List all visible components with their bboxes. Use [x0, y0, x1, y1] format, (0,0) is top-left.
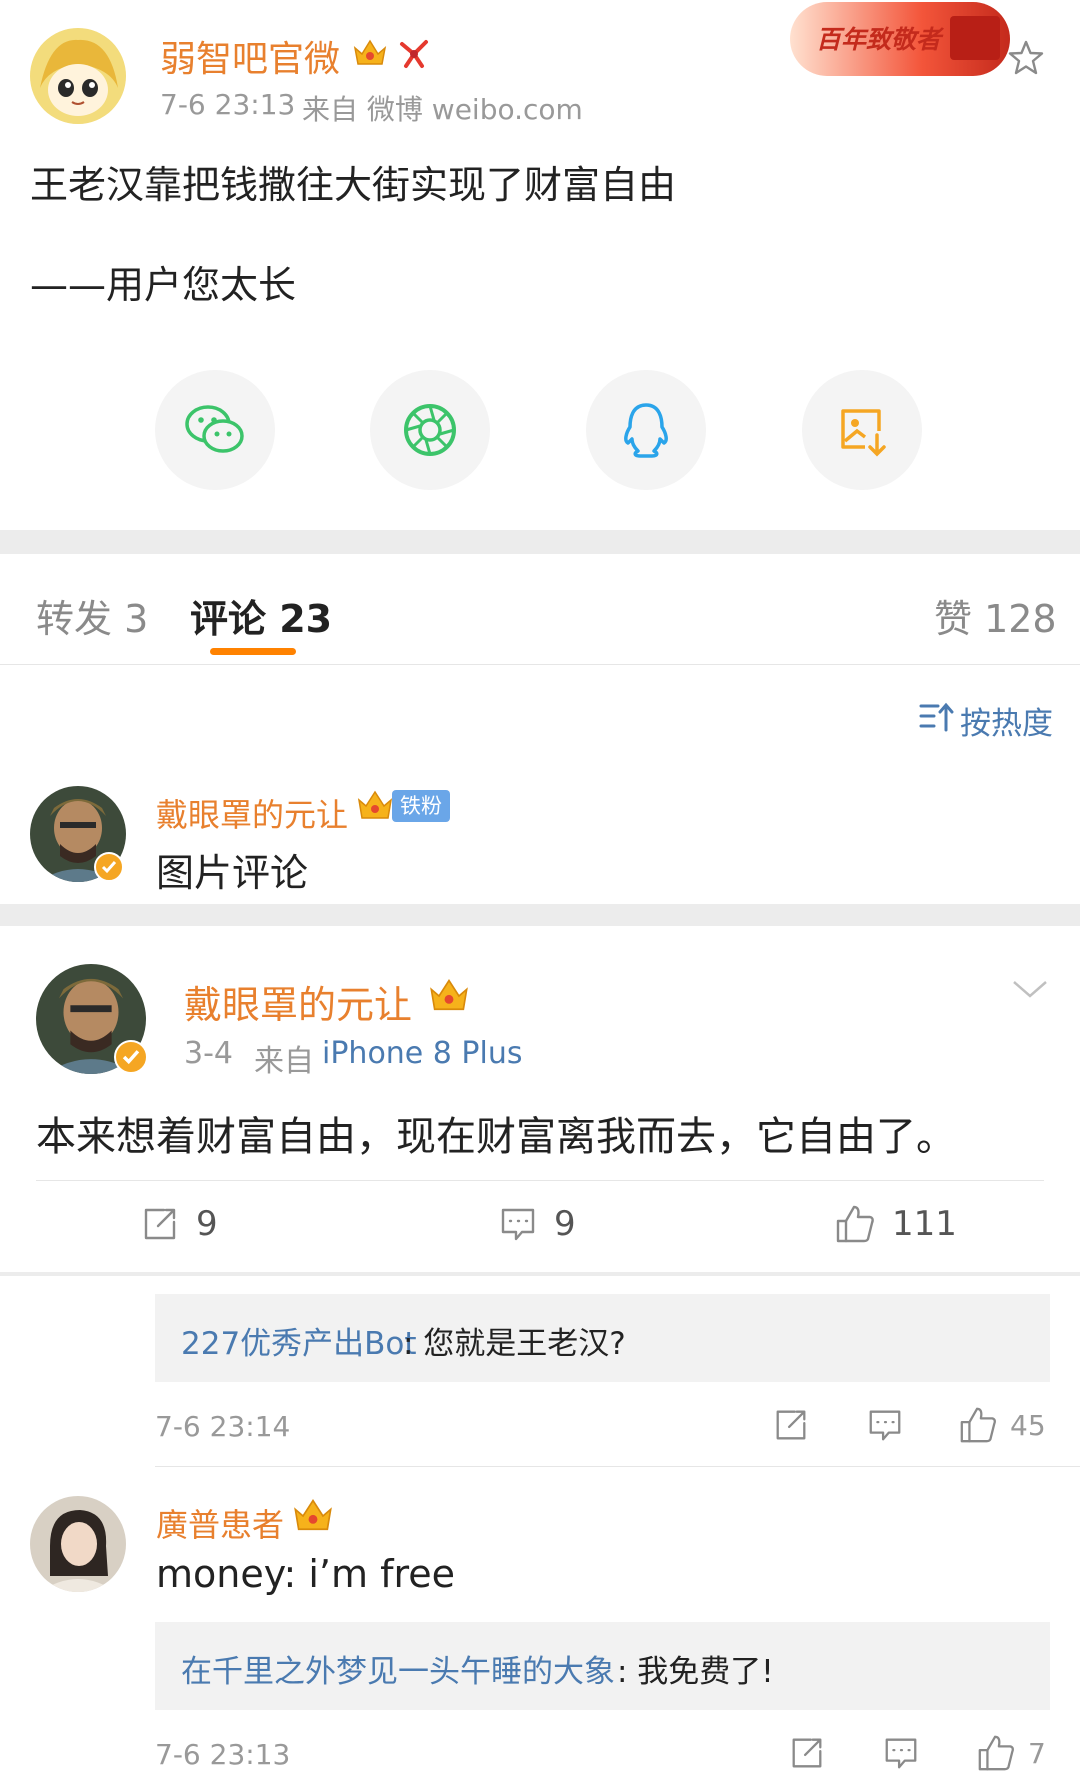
sort-by-heat-button[interactable]: 按热度 — [960, 698, 1053, 743]
section-gap — [0, 530, 1080, 554]
comment-text: money: i’m free — [156, 1552, 455, 1596]
comment-icon — [501, 1208, 535, 1241]
vip-crown-icon — [428, 976, 470, 1016]
author-name[interactable]: 弱智吧官微 — [160, 30, 340, 82]
post-source: 来自 微博 weibo.com — [302, 93, 583, 126]
favorite-star-icon[interactable] — [1006, 38, 1046, 78]
main-comment-text: 本来想着财富自由，现在财富离我而去，它自由了。 — [36, 1114, 956, 1160]
share-wechat-button[interactable] — [155, 370, 275, 490]
vip-crown-icon — [292, 1496, 334, 1536]
like-button[interactable]: 7 — [976, 1732, 1066, 1774]
save-image-button[interactable] — [802, 370, 922, 490]
sort-icon[interactable] — [918, 700, 954, 734]
reply-author[interactable]: 在千里之外梦见一头午睡的大象 — [181, 1646, 615, 1691]
vip-crown-icon — [352, 36, 388, 70]
centennial-banner[interactable]: 百年致敬者 — [790, 2, 1010, 76]
commenter-avatar[interactable] — [30, 1496, 126, 1592]
reply-button[interactable]: 9 — [498, 1200, 658, 1248]
post-time: 7-6 23:13 — [160, 88, 296, 121]
like-button[interactable]: 45 — [958, 1404, 1058, 1446]
banner-text: 百年致敬者 — [816, 25, 942, 54]
like-count: 7 — [1028, 1736, 1046, 1770]
reply-box[interactable]: 227优秀产出Bot : 您就是王老汉? — [155, 1294, 1050, 1382]
repost-button[interactable]: 9 — [140, 1200, 300, 1248]
banner-gate-icon — [950, 16, 1000, 60]
comment-icon[interactable] — [882, 1734, 920, 1772]
reply-time: 7-6 23:14 — [155, 1410, 291, 1443]
repost-icon[interactable] — [772, 1406, 810, 1444]
repost-icon — [144, 1208, 176, 1240]
moments-icon — [404, 404, 456, 456]
post-text-line1: 王老汉靠把钱撒往大街实现了财富自由 — [30, 163, 677, 207]
share-qq-button[interactable] — [586, 370, 706, 490]
tabs-divider — [0, 664, 1080, 665]
comment-device[interactable]: iPhone 8 Plus — [322, 1036, 523, 1071]
qq-icon — [624, 403, 668, 458]
thumbs-up-icon — [960, 1407, 996, 1443]
comment-from-prefix: 来自 — [254, 1044, 314, 1079]
author-avatar[interactable] — [30, 28, 126, 124]
verified-badge-icon — [114, 1040, 148, 1074]
thumbs-up-icon — [978, 1735, 1014, 1771]
commenter-name[interactable]: 戴眼罩的元让 — [156, 790, 348, 836]
comment-author-name[interactable]: 戴眼罩的元让 — [184, 974, 412, 1029]
repost-count: 9 — [196, 1204, 218, 1244]
commenter-name[interactable]: 廣普患者 — [156, 1500, 284, 1546]
wechat-icon — [185, 405, 244, 453]
iron-fan-badge: 铁粉 — [392, 790, 450, 822]
preview-comment-text: 图片评论 — [156, 851, 309, 895]
tab-repost[interactable]: 转发 3 — [36, 588, 148, 643]
tab-active-underline — [210, 648, 296, 655]
share-moments-button[interactable] — [370, 370, 490, 490]
vip-crown-icon — [356, 788, 394, 824]
reply-author[interactable]: 227优秀产出Bot — [181, 1318, 417, 1363]
tab-like[interactable]: 赞 128 — [934, 588, 1057, 643]
more-chevron-icon[interactable] — [1010, 978, 1050, 1002]
like-button[interactable]: 111 — [834, 1200, 1034, 1248]
section-gap — [0, 1272, 1080, 1276]
tab-comment[interactable]: 评论 23 — [190, 588, 332, 643]
section-gap — [0, 904, 1080, 926]
like-count: 111 — [892, 1204, 957, 1244]
comment-divider — [36, 1180, 1044, 1181]
comment-divider — [155, 1466, 1080, 1467]
reply-text: : 您就是王老汉? — [403, 1326, 626, 1362]
ribbon-badge-icon — [396, 36, 432, 70]
save-image-icon — [841, 409, 886, 457]
comment-icon[interactable] — [866, 1406, 904, 1444]
reply-box[interactable]: 在千里之外梦见一头午睡的大象 : 我免费了! — [155, 1622, 1050, 1710]
repost-icon[interactable] — [788, 1734, 826, 1772]
thumbs-up-icon — [836, 1205, 874, 1243]
verified-badge-icon — [94, 852, 124, 882]
reply-count: 9 — [554, 1204, 576, 1244]
like-count: 45 — [1010, 1408, 1046, 1442]
reply-text: : 我免费了! — [617, 1654, 774, 1690]
post-text-line2: ——用户您太长 — [30, 263, 297, 307]
comment-time: 7-6 23:13 — [155, 1738, 291, 1771]
comment-time: 3-4 — [184, 1036, 233, 1071]
